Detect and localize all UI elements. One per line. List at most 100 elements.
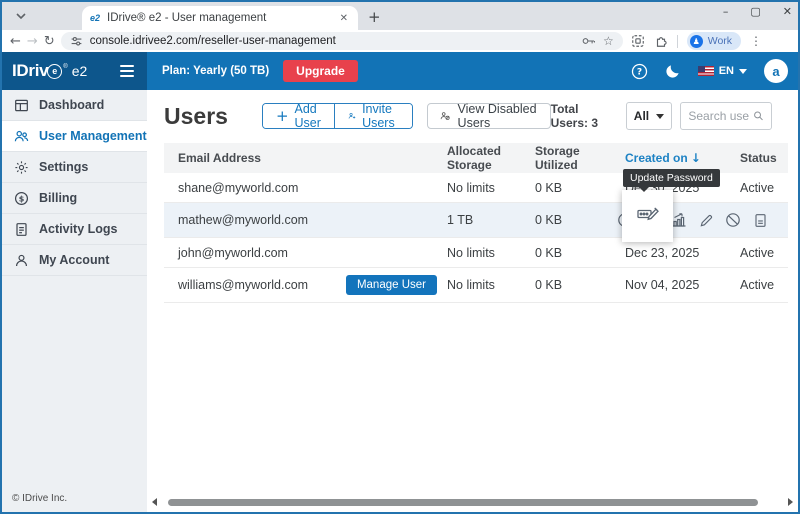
bookmark-star-icon[interactable]: ☆ (603, 34, 614, 48)
manage-user-button[interactable]: Manage User (346, 275, 437, 295)
profile-name: Work (708, 35, 732, 47)
horizontal-scrollbar[interactable] (147, 497, 798, 507)
tab-search-button[interactable] (10, 5, 32, 27)
scrollbar-thumb[interactable] (168, 499, 758, 506)
extensions-icon[interactable] (654, 34, 668, 48)
sidebar-item-label: User Management (39, 129, 147, 143)
sidebar-item-label: Settings (39, 160, 88, 174)
browser-menu-icon[interactable]: ⋮ (750, 34, 762, 48)
toolbar-divider (677, 35, 678, 48)
sidebar-item-activity-logs[interactable]: Activity Logs (2, 214, 147, 245)
help-icon[interactable]: ? (631, 63, 648, 80)
storage-utilized: 0 KB (535, 278, 625, 292)
users-icon (14, 129, 29, 144)
column-header-email[interactable]: Email Address (164, 151, 447, 165)
edit-icon[interactable] (698, 212, 714, 228)
sidebar-item-user-management[interactable]: User Management (2, 121, 147, 152)
browser-window: e2 IDrive® e2 - User management ✕ + – ▢ … (0, 0, 800, 514)
scrollbar-track[interactable] (163, 499, 782, 506)
user-email: mathew@myworld.com (164, 213, 447, 227)
sort-descending-icon: ↓ (691, 151, 701, 165)
tab-groups-icon[interactable] (631, 34, 645, 48)
update-password-hover-card[interactable] (622, 190, 673, 242)
sidebar-item-dashboard[interactable]: Dashboard (2, 90, 147, 121)
dark-mode-moon-icon[interactable] (665, 63, 681, 79)
invite-users-button[interactable]: Invite Users (334, 104, 413, 128)
storage-utilized: 0 KB (535, 246, 625, 260)
new-tab-button[interactable]: + (368, 10, 381, 25)
scroll-left-icon[interactable] (152, 498, 157, 506)
page-title: Users (164, 103, 228, 130)
main-content: Users + Add User Invite Users View Disab… (147, 90, 798, 512)
sidebar-item-my-account[interactable]: My Account (2, 245, 147, 276)
sidebar-item-label: Activity Logs (39, 222, 118, 236)
sidebar: Dashboard User Management Settings $ Bil… (2, 90, 147, 512)
user-email: williams@myworld.com (178, 278, 308, 292)
update-password-tooltip: Update Password (623, 169, 720, 187)
tab-strip: e2 IDrive® e2 - User management ✕ + – ▢ … (2, 2, 798, 30)
user-logs-icon[interactable] (752, 212, 768, 228)
total-users-label: Total Users: 3 (551, 102, 614, 130)
profile-avatar-icon: ♟ (690, 35, 703, 48)
statistics-icon[interactable] (671, 212, 687, 228)
language-caret-icon (739, 69, 747, 74)
column-header-status[interactable]: Status (740, 151, 788, 165)
back-icon[interactable]: ← (10, 35, 21, 48)
account-avatar[interactable]: a (764, 59, 788, 83)
language-selector[interactable]: EN (698, 65, 747, 77)
search-input[interactable] (688, 109, 748, 123)
svg-text:$: $ (19, 194, 25, 203)
app-header: IDrive®e2 Plan: Yearly (50 TB) Upgrade ?… (2, 52, 798, 90)
idrive-e2-logo: IDrive®e2 (12, 61, 87, 81)
created-on: Nov 04, 2025 (625, 278, 740, 292)
sidebar-item-settings[interactable]: Settings (2, 152, 147, 183)
browser-toolbar: ← → ↻ console.idrivee2.com/reseller-user… (2, 30, 798, 52)
site-settings-icon[interactable] (70, 35, 83, 48)
user-email-cell: williams@myworld.com Manage User (164, 275, 447, 295)
profile-chip[interactable]: ♟ Work (687, 32, 741, 50)
column-header-utilized[interactable]: Storage Utilized (535, 144, 625, 172)
browser-tab[interactable]: e2 IDrive® e2 - User management ✕ (82, 6, 358, 30)
allocated-storage: No limits (447, 278, 535, 292)
chevron-down-icon (15, 10, 27, 22)
plus-icon: + (276, 109, 289, 124)
password-key-icon[interactable] (582, 36, 596, 46)
table-row[interactable]: williams@myworld.com Manage User No limi… (164, 268, 788, 303)
dashboard-icon (14, 98, 29, 113)
column-header-created[interactable]: Created on ↓ (625, 151, 740, 165)
status-label: Active (740, 181, 788, 195)
minimize-button[interactable]: – (723, 5, 729, 18)
address-bar[interactable]: console.idrivee2.com/reseller-user-manag… (61, 32, 623, 50)
menu-icon[interactable] (120, 65, 134, 77)
activity-logs-icon (14, 222, 29, 237)
table-row[interactable]: mathew@myworld.com 1 TB 0 KB (164, 203, 788, 238)
refresh-icon[interactable]: ↻ (44, 35, 55, 48)
maximize-button[interactable]: ▢ (750, 5, 760, 18)
tab-close-icon[interactable]: ✕ (338, 13, 350, 24)
view-disabled-users-button[interactable]: View Disabled Users (427, 103, 551, 129)
window-close-button[interactable]: ✕ (783, 5, 792, 18)
user-filter-dropdown[interactable]: All (626, 102, 673, 130)
plan-label: Plan: Yearly (50 TB) (162, 65, 269, 77)
forward-icon[interactable]: → (27, 35, 38, 48)
table-row[interactable]: john@myworld.com No limits 0 KB Dec 23, … (164, 238, 788, 268)
sidebar-item-label: Dashboard (39, 98, 104, 112)
sidebar-item-billing[interactable]: $ Billing (2, 183, 147, 214)
search-box (680, 102, 772, 130)
status-label: Active (740, 278, 788, 292)
update-password-icon (637, 203, 659, 221)
disable-user-icon[interactable] (725, 212, 741, 228)
scroll-right-icon[interactable] (788, 498, 793, 506)
created-on: Dec 23, 2025 (625, 246, 740, 260)
add-user-button[interactable]: + Add User (263, 104, 334, 128)
svg-text:?: ? (637, 67, 642, 77)
person-disabled-icon (440, 109, 450, 123)
logo-block: IDrive®e2 (2, 52, 147, 90)
sidebar-item-label: My Account (39, 253, 109, 267)
search-icon[interactable] (753, 109, 764, 123)
column-header-allocated[interactable]: Allocated Storage (447, 144, 535, 172)
storage-utilized: 0 KB (535, 213, 625, 227)
person-plus-icon (348, 109, 356, 123)
copyright-label: © IDrive Inc. (2, 493, 147, 512)
upgrade-button[interactable]: Upgrade (283, 60, 358, 82)
